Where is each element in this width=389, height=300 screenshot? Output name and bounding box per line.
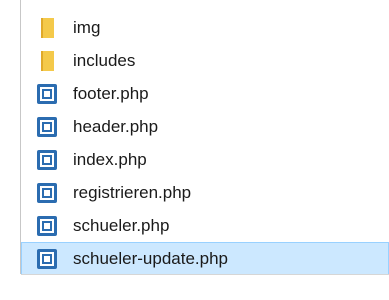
file-name: index.php bbox=[73, 149, 147, 169]
list-item-header-php[interactable]: header.php bbox=[21, 110, 389, 143]
php-file-icon bbox=[35, 248, 59, 270]
file-name: includes bbox=[73, 50, 136, 70]
php-file-icon bbox=[35, 182, 59, 204]
file-name: footer.php bbox=[73, 83, 149, 103]
file-name: schueler.php bbox=[73, 215, 170, 235]
list-item-registrieren-php[interactable]: registrieren.php bbox=[21, 176, 389, 209]
list-item-schueler-php[interactable]: schueler.php bbox=[21, 209, 389, 242]
list-item-includes[interactable]: includes bbox=[21, 44, 389, 77]
file-name: header.php bbox=[73, 116, 159, 136]
list-item-index-php[interactable]: index.php bbox=[21, 143, 389, 176]
list-bottom-divider bbox=[21, 274, 389, 275]
file-explorer-pane: img includes footer.php header.php index… bbox=[0, 0, 389, 300]
php-file-icon bbox=[35, 83, 59, 105]
list-item-schueler-update-php[interactable]: schueler-update.php bbox=[21, 242, 389, 275]
php-file-icon bbox=[35, 215, 59, 237]
list-item-img[interactable]: img bbox=[21, 11, 389, 44]
php-file-icon bbox=[35, 149, 59, 171]
file-name: registrieren.php bbox=[73, 182, 192, 202]
folder-icon bbox=[35, 17, 59, 39]
folder-icon bbox=[35, 50, 59, 72]
php-file-icon bbox=[35, 116, 59, 138]
file-list: img includes footer.php header.php index… bbox=[21, 11, 389, 275]
list-item-footer-php[interactable]: footer.php bbox=[21, 77, 389, 110]
file-name: img bbox=[73, 17, 101, 37]
file-name: schueler-update.php bbox=[73, 248, 229, 268]
